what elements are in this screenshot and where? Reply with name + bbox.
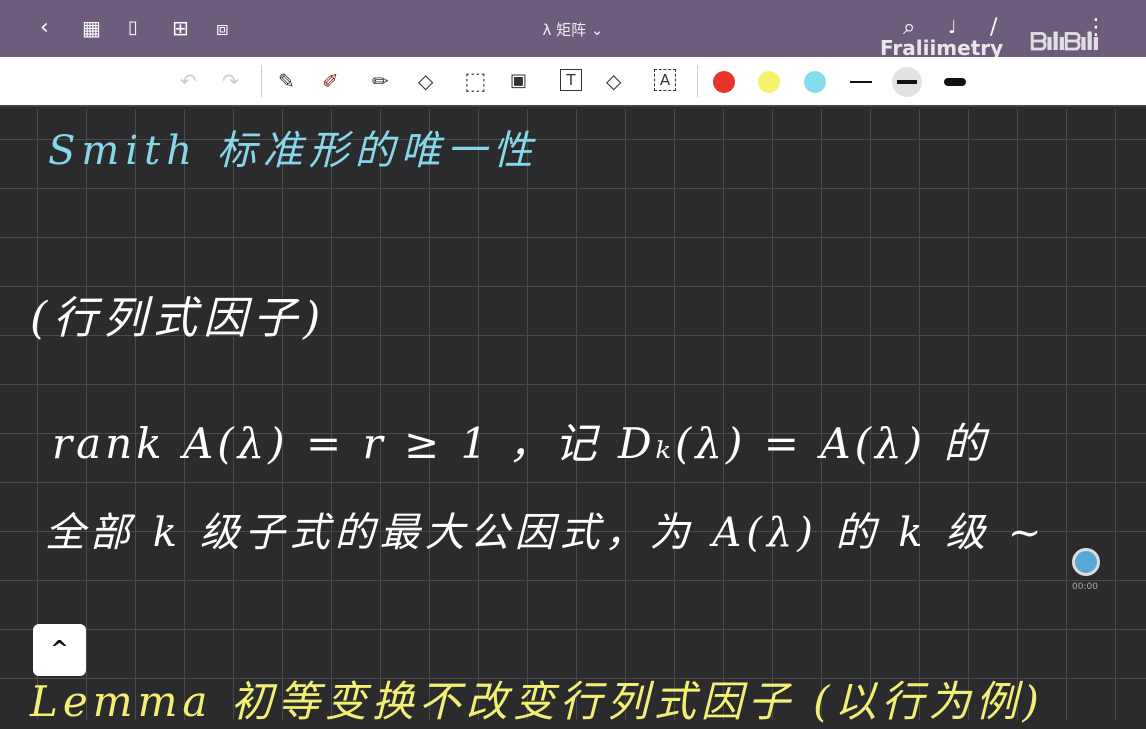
recording-time: 00:00 — [1072, 582, 1098, 592]
highlighter-tool-icon[interactable]: ✐ — [322, 69, 339, 93]
ocr-icon[interactable]: A — [654, 69, 676, 91]
redo-icon[interactable]: ↷ — [222, 69, 239, 93]
color-red-swatch[interactable] — [713, 71, 735, 93]
image-icon[interactable]: ▣ — [510, 69, 527, 93]
note-line: 全部 k 级子式的最大公因式，为 A(λ) 的 k 级 ~ — [45, 510, 1047, 556]
width-thin[interactable] — [850, 81, 872, 83]
chevron-down-icon: ⌄ — [590, 21, 604, 39]
title-text: λ 矩阵 — [542, 21, 587, 39]
bilibili-logo: ᗷılıᗷılı — [1030, 28, 1100, 56]
eraser-icon[interactable]: ◇ — [418, 69, 433, 93]
color-cyan-swatch[interactable] — [804, 71, 826, 93]
scroll-up-button[interactable]: ^ — [33, 624, 86, 676]
width-medium[interactable] — [892, 67, 922, 97]
top-bar: ‹ ▦ ▯ ⊞ ⧈ λ 矩阵 ⌄ ⌕ ♩ / ⋮ Fraliimetry ᗷıl… — [0, 0, 1146, 60]
text-tool-icon[interactable]: T — [560, 69, 582, 91]
width-thick[interactable] — [944, 78, 966, 86]
note-heading: (行列式因子) — [30, 293, 327, 344]
color-yellow-swatch[interactable] — [758, 71, 780, 93]
divider — [697, 65, 698, 97]
note-line: rank A(λ) = r ≥ 1 ，记 Dₖ(λ) = A(λ) 的 — [52, 419, 990, 468]
undo-icon[interactable]: ↶ — [180, 69, 197, 93]
marker-tool-icon[interactable]: ✏ — [372, 69, 389, 93]
pen-tool-icon[interactable]: ✎ — [278, 69, 295, 93]
lasso-icon[interactable]: ⬚ — [464, 69, 487, 93]
tool-bar: ↶ ↷ ✎ ✐ ✏ ◇ ⬚ ▣ T ◇ A — [0, 57, 1146, 107]
recording-button[interactable] — [1072, 548, 1100, 576]
note-title: Smith 标准形的唯一性 — [48, 128, 539, 174]
shape-icon[interactable]: ◇ — [606, 69, 621, 93]
divider — [261, 65, 262, 97]
